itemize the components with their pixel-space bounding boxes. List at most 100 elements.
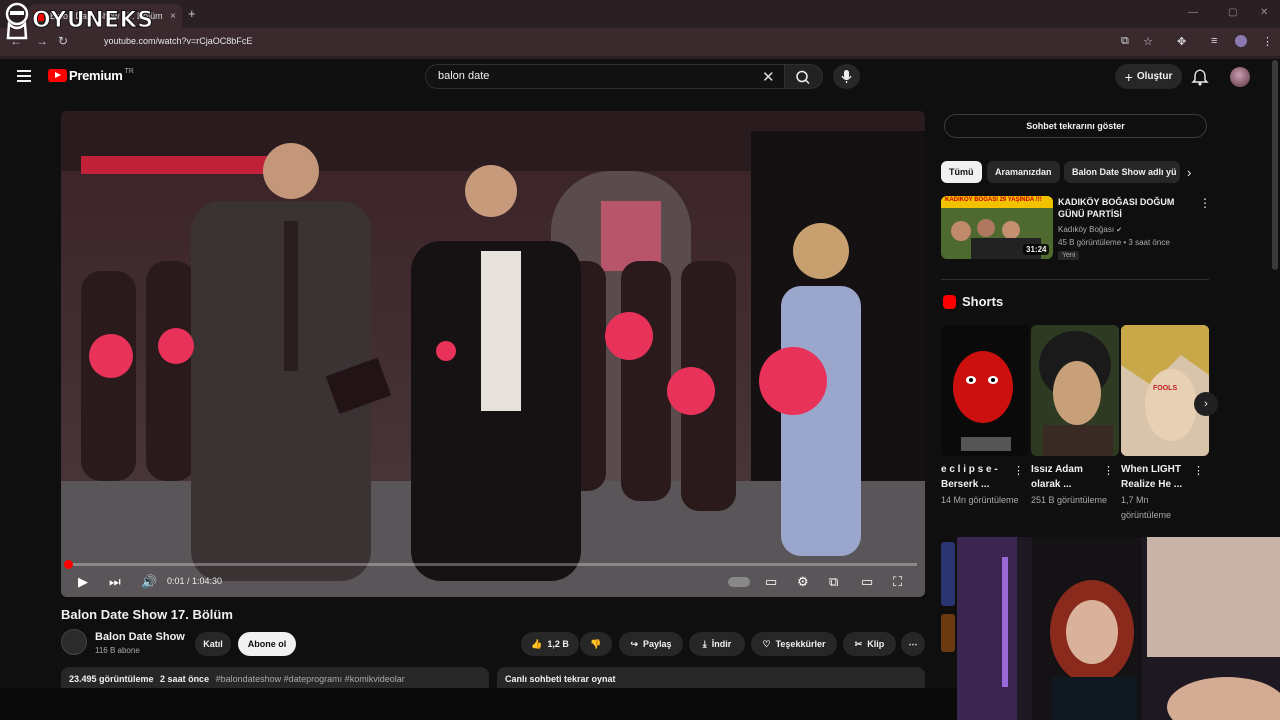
show-chat-replay-button[interactable]: Sohbet tekrarını göster xyxy=(944,114,1207,138)
shorts-next-button[interactable]: › xyxy=(1194,392,1218,416)
clip-label: Klip xyxy=(867,639,885,649)
reading-list-icon[interactable]: ≡ xyxy=(1211,35,1217,47)
shorts-heading: Shorts xyxy=(962,294,1004,309)
chip-all[interactable]: Tümü xyxy=(941,161,982,183)
divider xyxy=(941,279,1209,280)
short-title-1[interactable]: e c l i p s e - Berserk ... xyxy=(941,462,1013,492)
watermark-mascot-icon xyxy=(5,2,29,40)
create-button[interactable]: + Oluştur xyxy=(1115,64,1182,89)
like-count: 1,2 B xyxy=(547,639,569,649)
video-duration: 31:24 xyxy=(1023,244,1050,255)
fullscreen-icon[interactable]: ⛶ xyxy=(893,574,902,590)
playback-time: 0:01 / 1:04:30 xyxy=(167,576,223,586)
recommended-channel[interactable]: Kadıköy Boğası ✔ xyxy=(1058,225,1122,234)
short-title-2[interactable]: Issız Adam olarak ... xyxy=(1031,462,1103,492)
recommended-title[interactable]: KADIKÖY BOĞASI DOĞUM GÜNÜ PARTİSİ xyxy=(1058,196,1196,220)
plus-icon: + xyxy=(1124,68,1133,85)
theater-mode-icon[interactable]: ▭ xyxy=(861,574,873,590)
autoplay-toggle[interactable] xyxy=(728,577,750,587)
channel-avatar[interactable] xyxy=(61,629,87,655)
dislike-button[interactable]: 👎 xyxy=(580,632,612,656)
youtube-play-logo-icon xyxy=(48,69,67,82)
short-1-image xyxy=(941,325,1029,456)
new-badge: Yeni xyxy=(1058,251,1080,260)
like-button[interactable]: 👍 1,2 B xyxy=(521,632,579,656)
chip-from-search[interactable]: Aramanızdan xyxy=(987,161,1060,183)
thanks-button[interactable]: ♡ Teşekkürler xyxy=(751,632,837,656)
thumbnail-banner: KADIKÖY BOĞASI 29 YAŞINDA !!! xyxy=(945,197,1042,203)
browser-menu-icon[interactable]: ⋮ xyxy=(1262,35,1273,48)
download-button[interactable]: ⤓ İndir xyxy=(689,632,745,656)
subscribe-button[interactable]: Abone ol xyxy=(238,632,296,656)
maximize-button[interactable]: ▢ xyxy=(1228,7,1237,18)
short-views-2: 251 B görüntüleme xyxy=(1031,495,1108,505)
shorts-logo-icon xyxy=(943,295,956,309)
subtitles-icon[interactable]: ▭ xyxy=(765,574,777,590)
next-recommendation-edge[interactable] xyxy=(941,542,955,606)
oyuneks-watermark: OYUNEKS xyxy=(2,0,154,46)
view-count: 23.495 görüntüleme xyxy=(69,674,154,684)
recommended-meta: 45 B görüntüleme • 3 saat önce xyxy=(1058,238,1170,247)
notifications-bell-icon[interactable] xyxy=(1191,68,1209,91)
profile-icon[interactable] xyxy=(1235,35,1247,47)
more-options-icon[interactable]: ⋮ xyxy=(1199,196,1211,210)
short-views-3: 1,7 Mn görüntüleme xyxy=(1121,495,1172,520)
chevron-right-icon[interactable]: › xyxy=(1187,165,1191,180)
logo-region: TR xyxy=(124,68,134,75)
play-icon[interactable]: ▶ xyxy=(78,574,88,590)
download-icon: ⤓ xyxy=(702,638,707,649)
webcam-image xyxy=(957,537,1280,720)
logo-word: Premium xyxy=(69,68,123,83)
more-actions-button[interactable]: ⋯ xyxy=(901,632,925,656)
share-button[interactable]: ↪ Paylaş xyxy=(619,632,683,656)
search-icon xyxy=(796,70,810,85)
extensions-icon[interactable]: ✥ xyxy=(1177,35,1186,48)
bookmark-star-icon[interactable]: ☆ xyxy=(1143,35,1153,48)
settings-gear-icon[interactable]: ⚙ xyxy=(797,574,809,590)
cast-icon[interactable]: ⧉ xyxy=(1121,35,1129,48)
webcam-overlay xyxy=(957,537,1280,720)
next-icon[interactable]: ⏭ xyxy=(109,574,121,590)
video-player[interactable]: ▶ ⏭ 🔊 0:01 / 1:04:30 ▭ ⚙ ⧉ ▭ ⛶ xyxy=(61,111,925,597)
page-scrollbar[interactable] xyxy=(1272,60,1278,270)
scissors-icon: ✂ xyxy=(854,638,863,649)
address-bar[interactable]: youtube.com/watch?v=rCjaOC8bFcE xyxy=(88,32,1168,52)
voice-search-button[interactable] xyxy=(833,64,860,89)
close-window-button[interactable]: ✕ xyxy=(1260,7,1268,18)
account-avatar[interactable] xyxy=(1230,67,1250,87)
download-label: İndir xyxy=(711,639,732,649)
toolbar-divider xyxy=(0,56,1280,59)
super-thanks-icon: ♡ xyxy=(762,638,771,649)
video-frame xyxy=(61,111,925,597)
short-title-3[interactable]: When LIGHT Realize He ... xyxy=(1121,462,1193,492)
short-3-menu-icon[interactable]: ⋮ xyxy=(1193,464,1204,477)
youtube-premium-logo[interactable]: Premium TR xyxy=(48,68,134,83)
clip-button[interactable]: ✂ Klip xyxy=(843,632,896,656)
share-icon: ↪ xyxy=(630,638,638,649)
volume-icon[interactable]: 🔊 xyxy=(141,574,157,590)
short-thumbnail-3[interactable]: FOOLS xyxy=(1121,325,1209,456)
next-recommendation-edge-2[interactable] xyxy=(941,614,955,652)
join-button[interactable]: Katıl xyxy=(195,632,231,656)
chip-channel[interactable]: Balon Date Show adlı yü xyxy=(1064,161,1180,183)
short-thumbnail-1[interactable] xyxy=(941,325,1029,456)
short-thumbnail-2[interactable] xyxy=(1031,325,1119,456)
short-2-menu-icon[interactable]: ⋮ xyxy=(1103,464,1114,477)
short-1-menu-icon[interactable]: ⋮ xyxy=(1013,464,1024,477)
verified-check-icon: ✔ xyxy=(1116,227,1123,234)
channel-name[interactable]: Balon Date Show xyxy=(95,631,185,643)
clear-search-icon[interactable]: ✕ xyxy=(762,68,775,86)
thanks-label: Teşekkürler xyxy=(775,639,826,649)
minimize-button[interactable]: — xyxy=(1188,7,1198,18)
new-tab-button[interactable]: + xyxy=(188,6,196,21)
hashtags[interactable]: #balondateshow #dateprogramı #komikvideo… xyxy=(216,674,405,684)
miniplayer-icon[interactable]: ⧉ xyxy=(829,574,838,590)
search-button[interactable] xyxy=(785,64,823,89)
progress-scrubber[interactable] xyxy=(64,560,73,569)
menu-icon[interactable] xyxy=(17,70,31,82)
tab-close-icon[interactable]: × xyxy=(170,11,176,22)
progress-bar[interactable] xyxy=(69,563,917,566)
share-label: Paylaş xyxy=(643,639,672,649)
search-input[interactable]: balon date xyxy=(425,64,785,89)
short-views-1: 14 Mn görüntüleme xyxy=(941,495,1019,505)
